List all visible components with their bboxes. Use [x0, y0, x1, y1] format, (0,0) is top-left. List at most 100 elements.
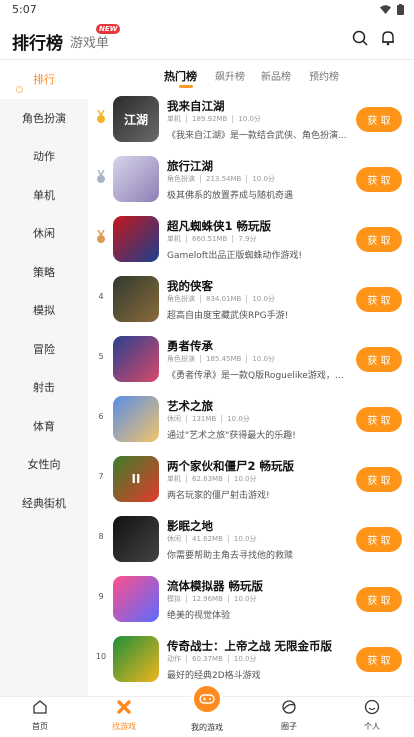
game-category: 角色扮演 [167, 295, 201, 303]
game-size: 213.54MB [201, 175, 248, 183]
sidebar-item[interactable]: 体育 [0, 407, 88, 446]
get-button[interactable]: 获 取 [356, 107, 402, 132]
sidebar-item[interactable]: 策略 [0, 253, 88, 292]
circle-icon [282, 700, 296, 714]
sidebar-item[interactable]: 射击 [0, 368, 88, 407]
new-badge: NEW [96, 24, 121, 34]
ranking-subtabs: 热门榜 飙升榜 新品榜 预约榜 [88, 60, 414, 90]
game-icon[interactable] [113, 516, 159, 562]
rank-number: 4 [98, 292, 104, 301]
sidebar-item-label: 休闲 [33, 227, 55, 241]
get-button[interactable]: 获 取 [356, 647, 402, 672]
game-row[interactable]: 10 传奇战士：上帝之战 无限金币版 动作 60.37MB 10.0分 最好的经典2D格斗… [88, 630, 414, 690]
game-row[interactable]: 超凡蜘蛛侠1 畅玩版 单机 660.51MB 7.9分 Gameloft出品正版蜘蛛动作… [88, 210, 414, 270]
game-icon[interactable] [113, 156, 159, 202]
sidebar-item-label: 排行 [33, 73, 55, 87]
search-icon[interactable] [352, 30, 368, 46]
game-meta: 动作 60.37MB 10.0分 [167, 655, 261, 663]
game-size: 660.51MB [187, 235, 234, 243]
game-icon[interactable] [113, 636, 159, 682]
game-row[interactable]: 9 流体模拟器 畅玩版 模拟 12.96MB 10.0分 绝美的视觉体验 获 取 [88, 570, 414, 630]
game-description: 超高自由度宝藏武侠RPG手游! [167, 311, 289, 321]
game-row[interactable]: 7 II 两个家伙和僵尸2 畅玩版 单机 62.83MB 10.0分 两名玩家的僵尸射击游戏… [88, 450, 414, 510]
sidebar-item-label: 经典街机 [22, 496, 66, 510]
rank-number: 9 [98, 592, 104, 601]
my-games-button[interactable] [191, 683, 223, 715]
game-description: 《我来自江湖》是一款结合武侠、角色扮演... [167, 131, 347, 141]
game-size: 41.62MB [187, 535, 229, 543]
sidebar-item[interactable]: 角色扮演 [0, 99, 88, 138]
sidebar-item-label: 射击 [33, 381, 55, 395]
sidebar-item[interactable]: 动作 [0, 137, 88, 176]
game-icon[interactable] [113, 276, 159, 322]
game-category: 单机 [167, 475, 187, 483]
rank-number: 7 [98, 472, 104, 481]
game-category: 单机 [167, 235, 187, 243]
sidebar-item[interactable]: 单机 [0, 176, 88, 215]
sidebar-item[interactable]: 排行 [0, 60, 88, 99]
game-name: 影眠之地 [167, 519, 213, 533]
sidebar-item[interactable]: 经典街机 [0, 484, 88, 523]
bottom-nav: 首页 找游戏 我的游戏 圈子 个人 [0, 683, 414, 737]
tab-new[interactable]: 新品榜 [261, 68, 291, 83]
game-icon[interactable] [113, 576, 159, 622]
game-meta: 角色扮演 213.54MB 10.0分 [167, 175, 280, 183]
bell-icon[interactable] [380, 30, 396, 46]
game-description: 通过"艺术之旅"获得最大的乐趣! [167, 431, 296, 441]
game-name: 我的侠客 [167, 279, 213, 293]
rank-number: 8 [98, 532, 104, 541]
get-button[interactable]: 获 取 [356, 227, 402, 252]
sidebar-item[interactable]: 模拟 [0, 291, 88, 330]
game-meta: 角色扮演 185.45MB 10.0分 [167, 355, 280, 363]
game-row[interactable]: 8 影眠之地 休闲 41.62MB 10.0分 你需要帮助主角去寻找他的救赎 获 取 [88, 510, 414, 570]
game-icon[interactable]: 江湖 [113, 96, 159, 142]
game-icon-text: 江湖 [123, 112, 148, 127]
game-score: 10.0分 [227, 415, 250, 423]
game-icon[interactable] [113, 396, 159, 442]
nav-home[interactable]: 首页 [10, 699, 70, 732]
game-row[interactable]: 6 艺术之旅 休闲 131MB 10.0分 通过"艺术之旅"获得最大的乐趣! 获 取 [88, 390, 414, 450]
game-icon[interactable]: II [113, 456, 159, 502]
sidebar-item[interactable]: 冒险 [0, 330, 88, 369]
wifi-icon [380, 5, 391, 14]
page-title[interactable]: 排行榜 [12, 29, 63, 54]
game-name: 旅行江湖 [167, 159, 213, 173]
sidebar-item-label: 体育 [33, 419, 55, 433]
game-score: 10.0分 [233, 475, 257, 483]
sidebar-item[interactable]: 女性向 [0, 445, 88, 484]
nav-my-games-label[interactable]: 我的游戏 [177, 722, 237, 733]
category-sidebar: 排行角色扮演动作单机休闲策略 模拟冒险射击体育女性向经典街机 [0, 60, 88, 696]
sidebar-item-label: 冒险 [33, 342, 55, 356]
game-name: 两个家伙和僵尸2 畅玩版 [167, 459, 295, 473]
get-button[interactable]: 获 取 [356, 467, 402, 492]
nav-find-game[interactable]: 找游戏 [94, 699, 154, 732]
game-icon[interactable] [113, 216, 159, 262]
game-row[interactable]: 4 我的侠客 角色扮演 834.01MB 10.0分 超高自由度宝藏武侠RPG手游! 获 取 [88, 270, 414, 330]
nav-circle[interactable]: 圈子 [259, 699, 319, 732]
sidebar-item[interactable]: 休闲 [0, 214, 88, 253]
active-tab-indicator [179, 85, 193, 88]
game-size: 60.37MB [187, 655, 229, 663]
tab-rising[interactable]: 飙升榜 [215, 68, 245, 83]
get-button[interactable]: 获 取 [356, 287, 402, 312]
game-category: 单机 [167, 115, 187, 123]
tab-game-list[interactable]: 游戏单 [70, 32, 109, 51]
game-name: 传奇战士：上帝之战 无限金币版 [167, 639, 333, 653]
game-row[interactable]: 5 勇者传承 角色扮演 185.45MB 10.0分 《勇者传承》是一款Q版Rogueli… [88, 330, 414, 390]
get-button[interactable]: 获 取 [356, 167, 402, 192]
get-button[interactable]: 获 取 [356, 587, 402, 612]
sidebar-item-label: 动作 [33, 150, 55, 164]
tab-hot[interactable]: 热门榜 [164, 68, 197, 84]
game-icon[interactable] [113, 336, 159, 382]
get-button[interactable]: 获 取 [356, 407, 402, 432]
battery-icon [397, 4, 404, 15]
sidebar-item-label: 女性向 [27, 458, 61, 472]
game-row[interactable]: 旅行江湖 角色扮演 213.54MB 10.0分 极其佛系的放置养成与随机奇遇 获 取 [88, 150, 414, 210]
game-category: 角色扮演 [167, 355, 201, 363]
tab-reserve[interactable]: 预约榜 [309, 68, 339, 83]
game-row[interactable]: 江湖 我来自江湖 单机 189.92MB 10.0分 《我来自江湖》是一款结合武侠、角色扮… [88, 90, 414, 150]
get-button[interactable]: 获 取 [356, 527, 402, 552]
get-button[interactable]: 获 取 [356, 347, 402, 372]
nav-profile[interactable]: 个人 [342, 699, 402, 732]
game-name: 勇者传承 [167, 339, 213, 353]
